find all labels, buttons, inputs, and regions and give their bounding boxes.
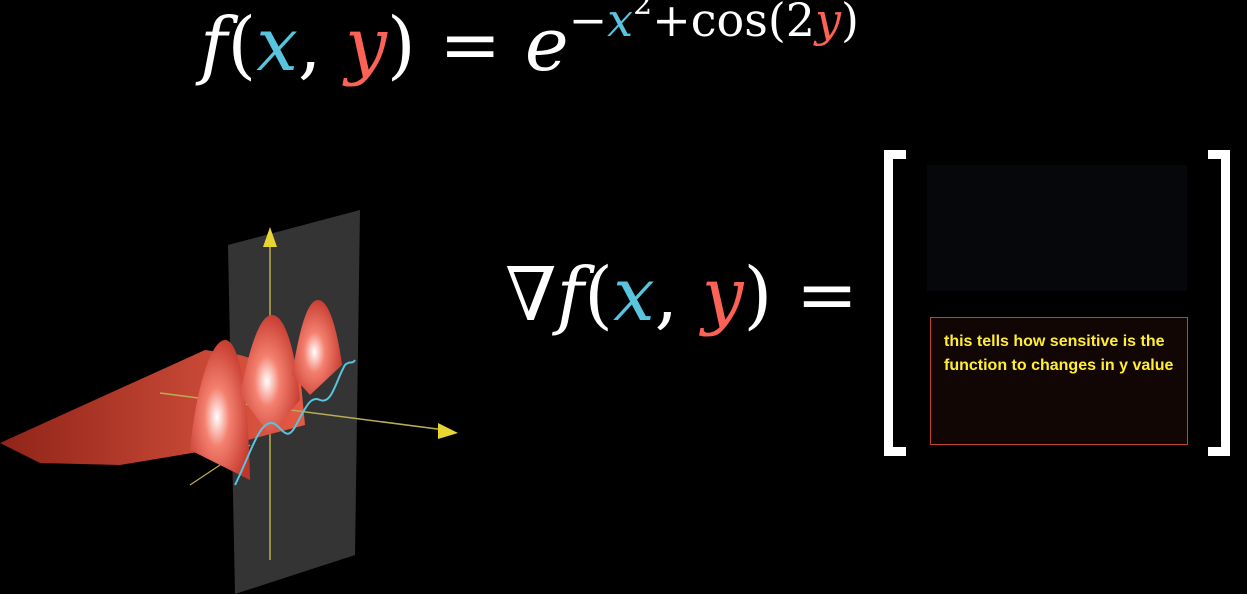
gradient-x: x [612, 252, 655, 338]
formula-open-paren: ( [227, 2, 257, 88]
formula-equals: = [439, 2, 502, 88]
gradient-equals: = [795, 252, 858, 338]
formula-exponent: −x2+cos(2y) [569, 0, 859, 47]
gradient-formula: ∇f(x, y) = [505, 258, 858, 332]
formula-base-e: e [524, 2, 569, 88]
right-bracket [1208, 150, 1230, 456]
formula-y: y [345, 2, 387, 88]
left-bracket [884, 150, 906, 456]
surface-plot [0, 210, 458, 594]
formula-f: f [200, 2, 228, 88]
gradient-f: f [556, 252, 585, 338]
exponent-power: 2 [633, 0, 653, 22]
exponent-close: ) [841, 0, 859, 47]
exponent-x: x [607, 0, 634, 47]
annotation-text: this tells how sensitive is the function… [944, 333, 1174, 374]
gradient-comma: , [654, 252, 679, 338]
formula-comma: , [298, 2, 322, 88]
exponent-minus: − [568, 0, 608, 47]
formula-close-paren: ) [386, 2, 416, 88]
exponent-y: y [815, 0, 842, 47]
exponent-plus-cos: +cos(2 [652, 0, 816, 47]
gradient-open-paren: ( [584, 252, 613, 338]
gradient-close-paren: ) [743, 252, 773, 338]
gradient-y: y [701, 252, 744, 338]
annotation-box: this tells how sensitive is the function… [930, 317, 1188, 445]
function-formula: f(x, y) = e−x2+cos(2y) [200, 0, 859, 82]
axis-arrow-right-icon [438, 423, 458, 439]
gradient-component-x-slot [927, 165, 1187, 291]
formula-x: x [256, 2, 298, 88]
gradient-nabla: ∇ [505, 252, 557, 338]
